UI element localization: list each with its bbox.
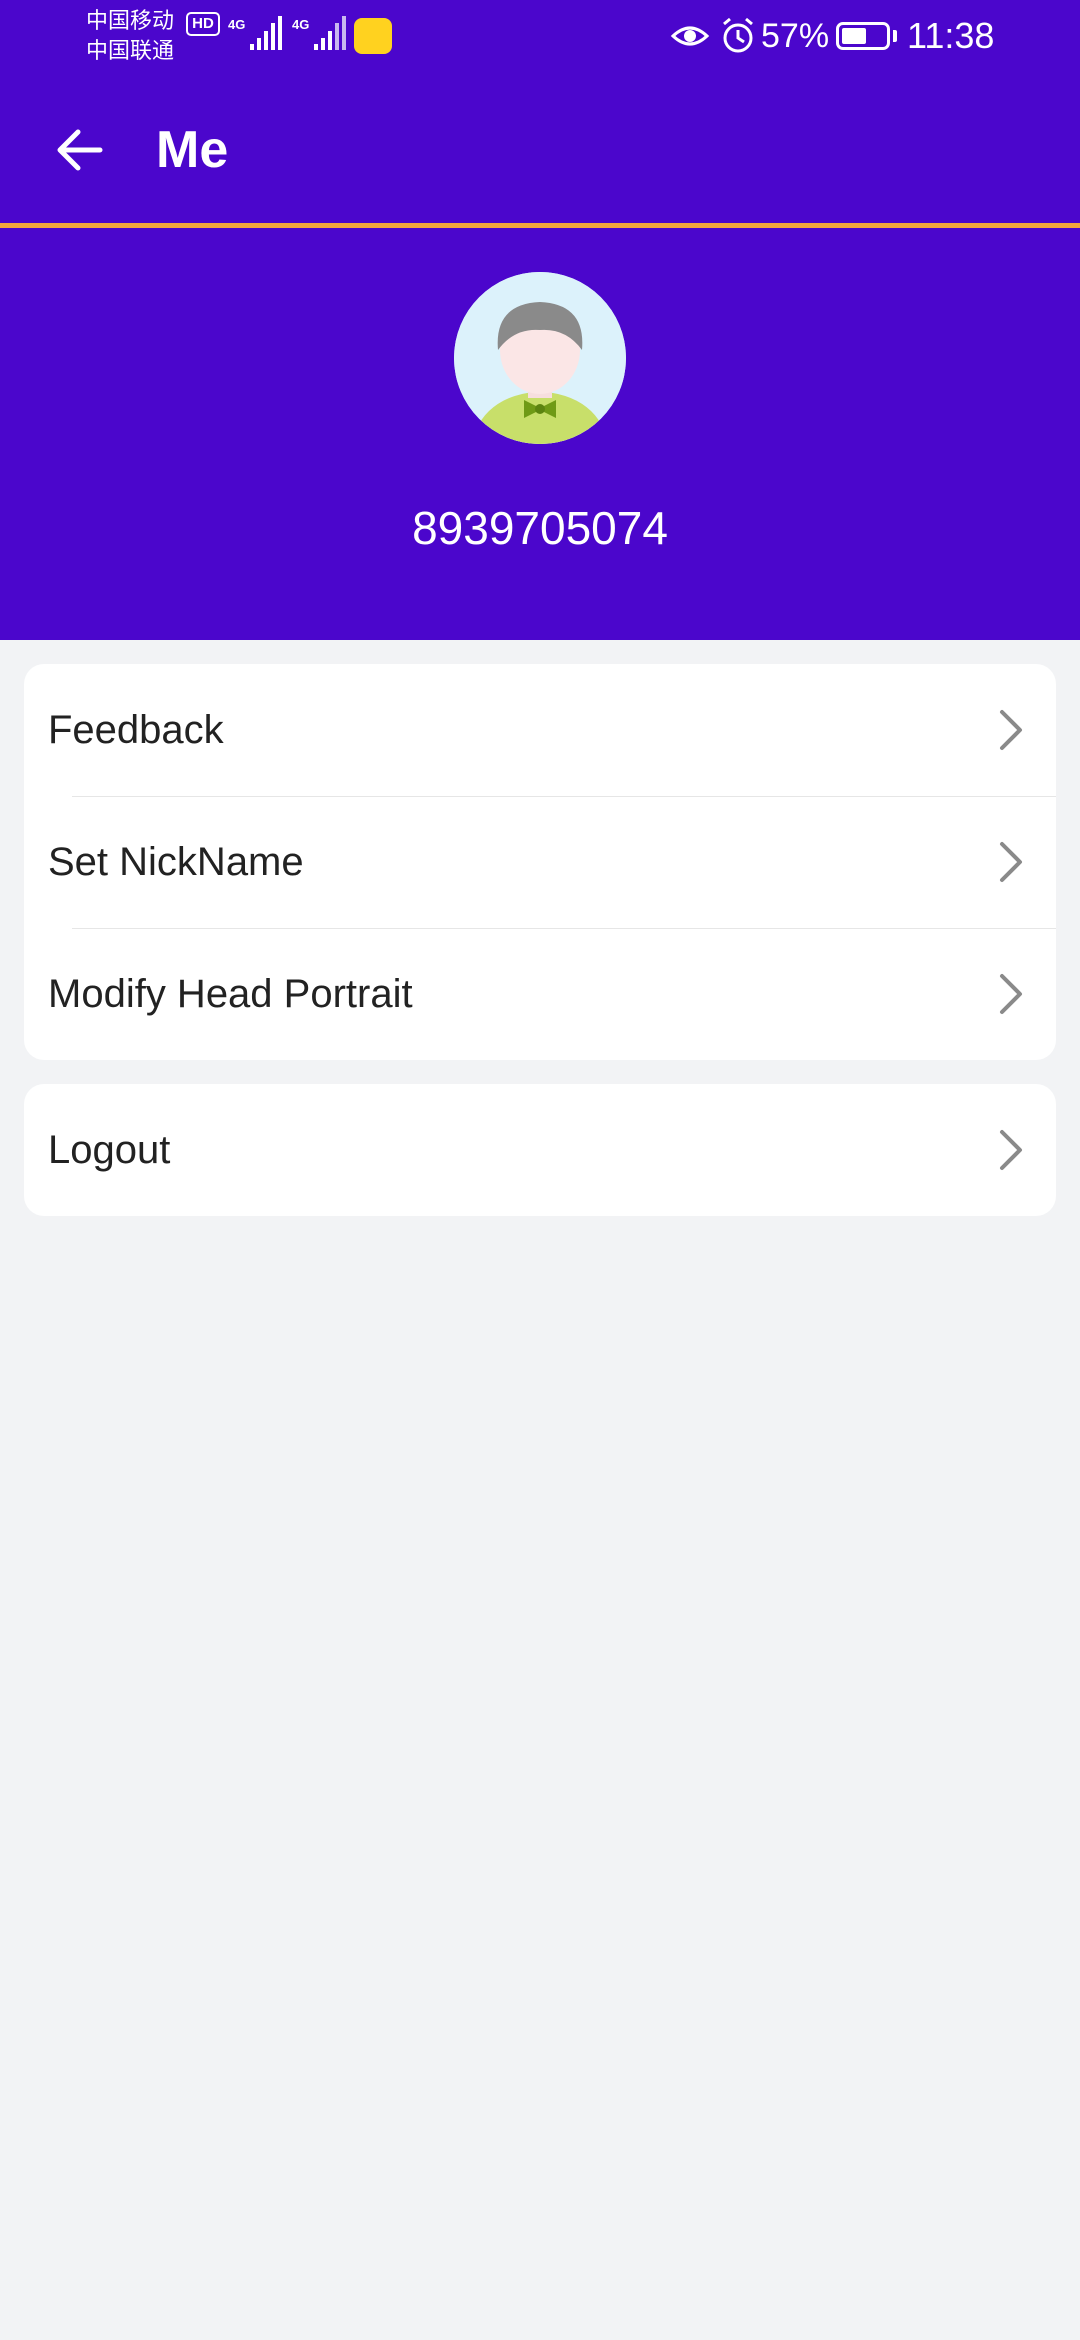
network-1-label: 4G [228,17,245,32]
logout-button[interactable]: Logout [24,1084,1056,1216]
logout-card: Logout [24,1084,1056,1216]
chevron-right-icon [1000,842,1022,882]
menu-item-label: Modify Head Portrait [48,972,413,1016]
hd-badge: HD [186,12,220,36]
chevron-right-icon [1000,974,1022,1014]
user-id: 8939705074 [412,502,668,554]
arrow-left-icon [57,129,103,171]
battery-percent: 57% [761,17,830,55]
carrier-info: 中国移动 中国联通 [86,6,174,66]
menu-item-label: Feedback [48,708,224,752]
chevron-right-icon [1000,1130,1022,1170]
battery-tip [893,30,897,42]
profile-header: 8939705074 [0,228,1080,640]
alarm-icon [723,17,753,53]
settings-card: Feedback Set NickName Modify Head Portra… [24,664,1056,1060]
status-time: 11:38 [907,15,995,56]
app-notification-icon [354,18,392,54]
chevron-right-icon [1000,710,1022,750]
avatar[interactable] [454,272,626,444]
menu-item-label: Set NickName [48,840,304,884]
menu-item-modify-head-portrait[interactable]: Modify Head Portrait [24,928,1056,1060]
status-bar: 中国移动 中国联通 HD 4G 4G 57% 11:38 [0,0,1080,72]
signal-icon: 4G [228,16,282,50]
battery-level-fill [842,28,866,44]
page-title: Me [156,121,229,179]
carrier-2-label: 中国联通 [86,38,175,63]
menu-item-set-nickname[interactable]: Set NickName [24,796,1056,928]
signal-icon: 4G [292,16,346,50]
carrier-1-label: 中国移动 [86,8,175,33]
logout-label: Logout [48,1128,171,1172]
menu-item-feedback[interactable]: Feedback [24,664,1056,796]
default-avatar-icon [454,272,626,444]
app-bar: Me [0,72,1080,228]
network-2-label: 4G [292,17,309,32]
battery-icon [836,22,890,50]
eye-icon [670,26,710,46]
back-button[interactable] [40,118,120,182]
